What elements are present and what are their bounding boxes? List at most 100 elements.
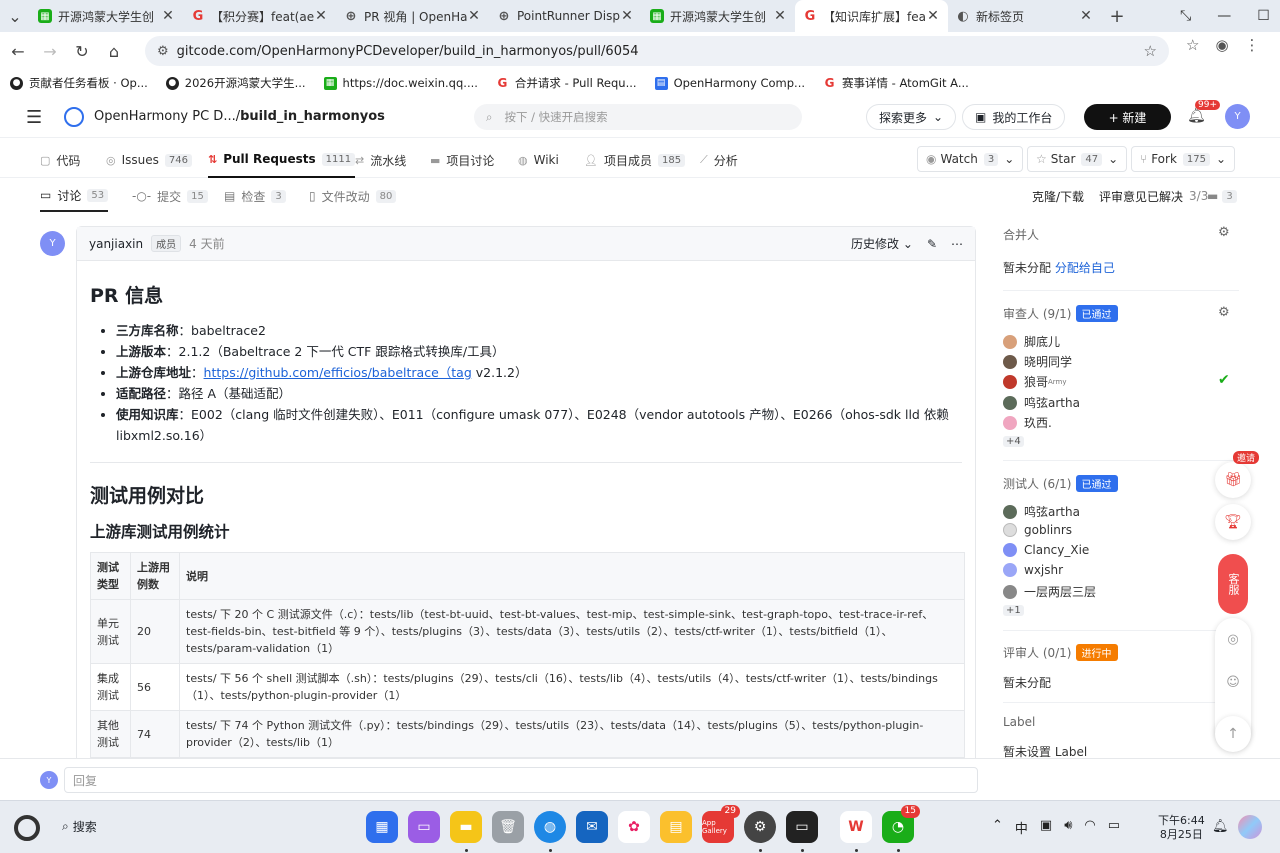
star-bookmark-icon[interactable]: ☆ <box>1144 42 1157 60</box>
tester-item[interactable]: 鸣弦artha <box>1003 503 1080 520</box>
browser-tab[interactable]: ◐ 新标签页 ✕ <box>948 0 1101 32</box>
more-reviewers[interactable]: +4 <box>1003 436 1024 447</box>
bookmark[interactable]: ● 2026开源鸿蒙大学生... <box>165 75 306 91</box>
new-button[interactable]: + 新建 <box>1084 104 1171 130</box>
search-input[interactable]: ⌕ 按下 / 快速开启搜索 <box>474 104 802 130</box>
trash-icon[interactable]: 🗑︎ <box>492 811 524 843</box>
tab-discussion[interactable]: ▭ 讨论 53 <box>40 180 109 212</box>
bookmark[interactable]: ▦ https://doc.weixin.qq.... <box>323 76 478 90</box>
reviewer-item[interactable]: 玖西. <box>1003 414 1052 431</box>
browser-tab[interactable]: ▦ 开源鸿蒙大学生创 ✕ <box>30 0 183 32</box>
tab-list-chevron-icon[interactable]: ⌄ <box>0 0 30 32</box>
tester-item[interactable]: Clancy_Xie <box>1003 543 1089 557</box>
more-testers[interactable]: +1 <box>1003 605 1024 616</box>
reload-icon[interactable]: ↻ <box>66 35 98 67</box>
taskbar-search[interactable]: ⌕ 搜索 <box>62 818 97 835</box>
customer-service-button[interactable]: 客服 <box>1218 554 1248 614</box>
fork-button[interactable]: ⑂ Fork 175 ⌄ <box>1131 146 1236 172</box>
reviewer-item[interactable]: 狼哥 Army <box>1003 373 1067 390</box>
reviewer-item[interactable]: 脚底儿 <box>1003 333 1060 350</box>
tester-item[interactable]: goblinrs <box>1003 523 1072 537</box>
reply-input[interactable]: 回复 <box>64 767 978 793</box>
browser-tab-active[interactable]: G 【知识库扩展】fea ✕ <box>795 0 948 32</box>
tab-commits[interactable]: -○- 提交 15 <box>132 180 208 212</box>
forward-icon[interactable]: → <box>34 35 66 67</box>
close-icon[interactable]: ✕ <box>467 8 481 24</box>
reviewer-item[interactable]: 鸣弦artha <box>1003 394 1080 411</box>
tab-pipeline[interactable]: ⇄ 流水线 <box>355 142 406 178</box>
tab-members[interactable]: 👤︎ 项目成员 185 <box>584 142 686 178</box>
browser-icon[interactable]: ◍ <box>534 811 566 843</box>
star-button[interactable]: ☆ Star 47 ⌄ <box>1027 146 1128 172</box>
gear-icon[interactable]: ⚙ <box>1218 305 1230 320</box>
edit-icon[interactable]: ✎ <box>927 237 937 251</box>
assign-self-link[interactable]: 分配给自己 <box>1055 261 1115 275</box>
upstream-link[interactable]: https://github.com/efficios/babeltrace（t… <box>204 365 472 380</box>
clone-download-button[interactable]: 克隆/下载 <box>1032 180 1084 212</box>
comment-author[interactable]: yanjiaxin <box>89 237 143 251</box>
comment-count[interactable]: ▬ 3 <box>1207 180 1237 212</box>
volume-icon[interactable]: 🔊︎ <box>1064 818 1072 837</box>
notification-bell-icon[interactable]: 🔔︎ <box>1212 819 1229 834</box>
settings-icon[interactable]: ⚙ <box>744 811 776 843</box>
help-icon[interactable]: ◎ <box>1227 632 1238 647</box>
url-field[interactable]: ⚙ gitcode.com/OpenHarmonyPCDeveloper/bui… <box>145 36 1169 66</box>
close-icon[interactable]: ✕ <box>1079 8 1093 24</box>
browser-tab[interactable]: ⊕ PR 视角 | OpenHar ✕ <box>336 0 489 32</box>
tester-item[interactable]: wxjshr <box>1003 563 1063 577</box>
close-icon[interactable]: ✕ <box>773 8 787 24</box>
hamburger-menu-icon[interactable]: ☰ <box>26 107 42 128</box>
avatar[interactable]: Y <box>1225 104 1250 129</box>
browser-tab[interactable]: ⊕ PointRunner Displ ✕ <box>489 0 642 32</box>
assistant-icon[interactable] <box>1238 815 1262 839</box>
files-icon[interactable]: ▬ <box>450 811 482 843</box>
repo-breadcrumb[interactable]: OpenHarmony PC D.../build_in_harmonyos <box>94 109 385 124</box>
tab-analytics[interactable]: ⟋ 分析 <box>700 142 738 178</box>
tab-checks[interactable]: ▤ 检查 3 <box>224 180 286 212</box>
close-icon[interactable]: ✕ <box>620 8 634 24</box>
avatar[interactable]: Y <box>40 231 65 256</box>
back-to-top-button[interactable]: ↑ <box>1215 716 1251 752</box>
back-icon[interactable]: ← <box>2 35 34 67</box>
site-info-icon[interactable]: ⚙ <box>157 44 169 59</box>
battery-icon[interactable]: ▭ <box>1108 818 1120 837</box>
watch-button[interactable]: ◉ Watch 3 ⌄ <box>917 146 1024 172</box>
chevron-up-icon[interactable]: ⌃ <box>992 818 1003 837</box>
workbench-button[interactable]: ▣ 我的工作台 <box>962 104 1066 130</box>
invite-widget[interactable]: 🎁︎ <box>1215 462 1251 498</box>
notes-icon[interactable]: ▤ <box>660 811 692 843</box>
multitask-icon[interactable]: ▭ <box>408 811 440 843</box>
tab-files-changed[interactable]: ▯ 文件改动 80 <box>309 180 397 212</box>
tab-code[interactable]: ▢ 代码 <box>40 142 80 178</box>
profile-icon[interactable]: ◉ <box>1215 36 1228 54</box>
minimize-icon[interactable]: — <box>1217 8 1231 24</box>
clock[interactable]: 下午6:44 8月25日 <box>1158 814 1205 842</box>
tester-item[interactable]: 一层两层三层 <box>1003 583 1096 600</box>
app-gallery-icon[interactable]: App Gallery 29 <box>702 805 740 843</box>
restore-icon[interactable]: ⤡ <box>1180 8 1191 24</box>
maximize-icon[interactable]: ☐ <box>1257 8 1270 24</box>
wps-icon[interactable]: W <box>840 811 872 843</box>
launcher-icon[interactable]: ▦ <box>366 811 398 843</box>
tab-pull-requests[interactable]: ⇅ Pull Requests 1111 <box>208 142 356 178</box>
wifi-icon[interactable]: ◠ <box>1084 818 1095 837</box>
history-button[interactable]: 历史修改 ⌄ <box>851 235 913 252</box>
clipboard-icon[interactable]: ▣ <box>1040 818 1052 837</box>
gallery-icon[interactable]: ✿ <box>618 811 650 843</box>
ime-icon[interactable]: 中 <box>1015 818 1028 837</box>
bookmark[interactable]: ● 贡献者任务看板 · Op... <box>10 75 148 91</box>
browser-tab[interactable]: ▦ 开源鸿蒙大学生创 ✕ <box>642 0 795 32</box>
terminal-icon[interactable]: ▭ <box>786 811 818 843</box>
home-icon[interactable]: ⌂ <box>98 35 130 67</box>
new-tab-button[interactable]: + <box>1101 0 1133 32</box>
explore-more-button[interactable]: 探索更多 ⌄ <box>866 104 957 130</box>
tab-discussions[interactable]: ▬ 项目讨论 <box>430 142 494 178</box>
more-menu-icon[interactable]: ⋮ <box>1245 36 1260 54</box>
favorites-icon[interactable]: ☆ <box>1186 36 1199 54</box>
close-icon[interactable]: ✕ <box>926 8 940 24</box>
tab-wiki[interactable]: ◍ Wiki <box>518 142 559 178</box>
bookmark[interactable]: G 合并请求 - Pull Requ... <box>496 75 636 91</box>
bookmark[interactable]: G 赛事详情 - AtomGit A... <box>823 75 969 91</box>
bookmark[interactable]: ▤ OpenHarmony Comp... <box>654 76 805 90</box>
trophy-widget[interactable]: 🏆︎ <box>1215 504 1251 540</box>
